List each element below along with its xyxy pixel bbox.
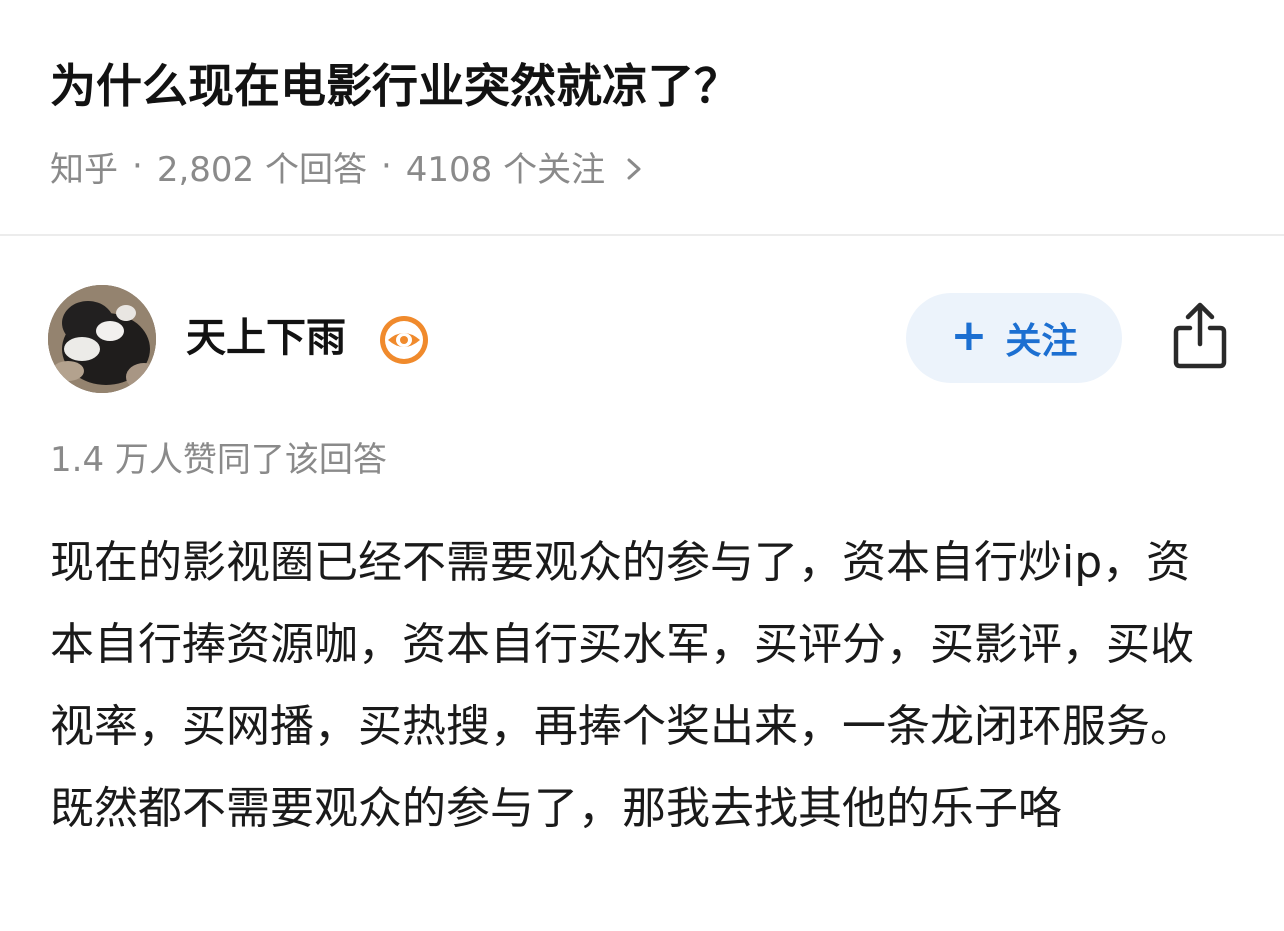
author-name[interactable]: 天上下雨 xyxy=(186,310,346,366)
question-meta[interactable]: 知乎 · 2,802 个回答 · 4108 个关注 xyxy=(50,140,645,192)
section-divider xyxy=(0,234,1284,236)
follow-button[interactable]: + 关注 xyxy=(906,293,1122,383)
answer-page: 为什么现在电影行业突然就凉了？ 知乎 · 2,802 个回答 · 4108 个关… xyxy=(0,0,1284,931)
eye-badge-icon[interactable] xyxy=(378,314,430,366)
source-label: 知乎 xyxy=(50,149,118,190)
plus-icon: + xyxy=(950,310,988,361)
follower-count: 4108 个关注 xyxy=(405,149,606,190)
chevron-right-icon xyxy=(623,153,645,183)
question-title[interactable]: 为什么现在电影行业突然就凉了？ xyxy=(50,54,740,118)
meta-separator: · xyxy=(132,146,143,186)
vote-count: 1.4 万人赞同了该回答 xyxy=(50,440,387,480)
share-icon[interactable] xyxy=(1168,300,1232,372)
answer-body[interactable]: 现在的影视圈已经不需要观众的参与了，资本自行炒ip，资本自行捧资源咖，资本自行买… xyxy=(50,522,1220,850)
follow-label: 关注 xyxy=(1005,321,1078,362)
answer-count: 2,802 个回答 xyxy=(156,149,367,190)
avatar[interactable] xyxy=(48,285,156,393)
meta-separator: · xyxy=(380,146,392,186)
